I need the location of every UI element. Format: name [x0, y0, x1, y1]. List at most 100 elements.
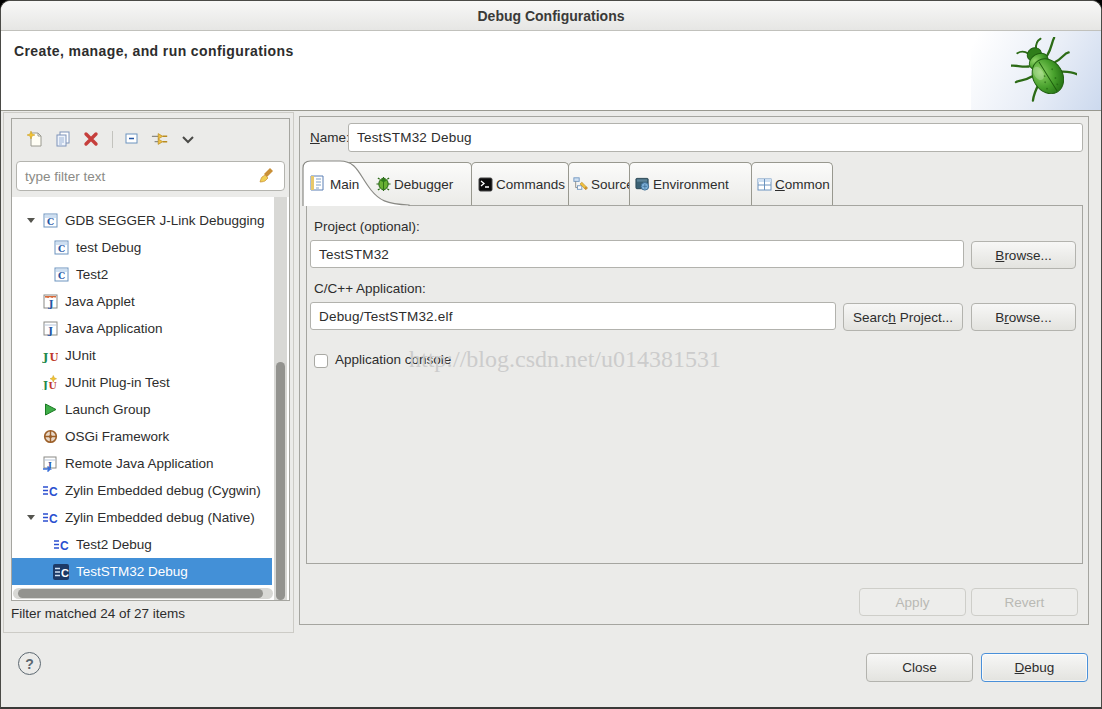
application-console-checkbox[interactable]	[314, 354, 328, 368]
tree-item-label: Test2	[76, 267, 108, 282]
apply-button[interactable]: Apply	[859, 588, 966, 616]
expand-arrow-icon[interactable]	[20, 218, 42, 223]
tree-item-test2-debug[interactable]: C Test2 Debug	[12, 531, 272, 558]
help-button[interactable]: ?	[18, 652, 41, 675]
common-tab-icon	[757, 176, 772, 192]
project-label: Project (optional):	[314, 219, 420, 234]
tree-item-label: OSGi Framework	[65, 429, 169, 444]
tree-item-remote-java-application[interactable]: J Remote Java Application	[12, 450, 272, 477]
svg-text:J: J	[42, 379, 48, 390]
tree-toolbar	[12, 119, 289, 159]
zylin-dark-icon: C	[53, 564, 69, 580]
tree-item-test-debug[interactable]: Ctest Debug	[12, 234, 272, 261]
tree-item-teststm32-debug[interactable]: C TestSTM32 Debug	[12, 558, 272, 585]
zylin-icon: C	[42, 510, 58, 526]
tab-commands[interactable]: Commands	[471, 162, 569, 205]
tab-label: Main	[330, 177, 359, 192]
application-value: Debug/TestSTM32.elf	[319, 309, 453, 324]
tree-item-zylin-embedded-debug-native-[interactable]: C Zylin Embedded debug (Native)	[12, 504, 272, 531]
watermark: http://blog.csdn.net/u014381531	[409, 346, 721, 373]
tree-item-test2[interactable]: C Test2	[12, 261, 272, 288]
name-input[interactable]: TestSTM32 Debug	[348, 123, 1083, 152]
svg-text:J: J	[42, 350, 48, 363]
debug-button[interactable]: Debug	[981, 653, 1088, 682]
junit-plugin-icon: JU	[42, 375, 58, 391]
config-tree: CGDB SEGGER J-Link DebuggingCtest DebugC…	[12, 197, 289, 600]
tree-horizontal-scrollbar-thumb[interactable]	[18, 589, 263, 598]
tree-item-launch-group[interactable]: Launch Group	[12, 396, 272, 423]
delete-config-icon[interactable]	[82, 130, 100, 148]
tree-vertical-scrollbar[interactable]	[274, 197, 287, 600]
filter-input[interactable]: type filter text	[16, 161, 285, 191]
tab-label: Commands	[496, 177, 565, 192]
svg-text:C: C	[49, 485, 58, 499]
application-input[interactable]: Debug/TestSTM32.elf	[310, 302, 836, 330]
tab-label: Source	[591, 177, 634, 192]
tree-item-junit[interactable]: JU JUnit	[12, 342, 272, 369]
java-app-icon: J	[42, 321, 58, 337]
environment-tab-icon	[635, 176, 650, 192]
new-config-icon[interactable]	[26, 130, 44, 148]
browse-project-button[interactable]: Browse...	[971, 241, 1076, 269]
tab-environment[interactable]: Environment	[629, 162, 752, 205]
junit-icon: JU	[42, 348, 58, 364]
collapse-all-icon[interactable]	[123, 130, 141, 148]
page-title: Create, manage, and run configurations	[14, 43, 294, 59]
tree-item-label: Zylin Embedded debug (Cygwin)	[65, 483, 261, 498]
application-label: C/C++ Application:	[314, 281, 426, 296]
browse-application-button[interactable]: Browse...	[971, 303, 1076, 331]
search-project-button[interactable]: Search Project...	[843, 303, 963, 331]
clear-filter-icon[interactable]	[259, 166, 276, 186]
tree-item-junit-plug-in-test[interactable]: JU JUnit Plug-in Test	[12, 369, 272, 396]
main-area: type filter text C GDB SEGGER J-Link Debu…	[1, 112, 1101, 634]
main-tab-icon	[310, 175, 324, 194]
project-value: TestSTM32	[319, 247, 389, 262]
debug-configurations-dialog: Debug Configurations Create, manage, and…	[0, 0, 1102, 709]
tree-item-label: Launch Group	[65, 402, 151, 417]
tree-item-java-applet[interactable]: JJava Applet	[12, 288, 272, 315]
tree-item-label: JUnit Plug-in Test	[65, 375, 170, 390]
tree-item-gdb-segger-j-link-debugging[interactable]: C GDB SEGGER J-Link Debugging	[12, 207, 272, 234]
tree-item-label: Test2 Debug	[76, 537, 152, 552]
svg-text:U: U	[49, 380, 57, 390]
osgi-icon	[42, 429, 58, 445]
tree-vertical-scrollbar-thumb[interactable]	[276, 362, 285, 600]
tab-common[interactable]: Common	[751, 162, 833, 205]
window-title: Debug Configurations	[478, 8, 625, 24]
remote-java-icon: J	[42, 456, 58, 472]
svg-text:C: C	[57, 244, 64, 254]
source-tab-icon	[573, 176, 588, 192]
bottom-bar: ? Close Debug	[1, 634, 1101, 708]
svg-text:C: C	[49, 512, 58, 526]
duplicate-config-icon[interactable]	[54, 130, 72, 148]
tree-item-label: Remote Java Application	[65, 456, 214, 471]
name-value: TestSTM32 Debug	[357, 130, 472, 145]
tree-item-java-application[interactable]: JJava Application	[12, 315, 272, 342]
tree-item-label: Zylin Embedded debug (Native)	[65, 510, 255, 525]
tree-item-label: TestSTM32 Debug	[76, 564, 188, 579]
tab-main-content: Main	[310, 175, 359, 194]
project-input[interactable]: TestSTM32	[310, 240, 964, 268]
tree-item-osgi-framework[interactable]: OSGi Framework	[12, 423, 272, 450]
svg-text:C: C	[57, 271, 64, 281]
svg-text:C: C	[60, 539, 69, 553]
tree-item-label: JUnit	[65, 348, 96, 363]
revert-button[interactable]: Revert	[971, 588, 1078, 616]
zylin-icon: C	[42, 483, 58, 499]
tree-horizontal-scrollbar[interactable]	[13, 588, 273, 599]
filter-configs-icon[interactable]	[151, 130, 169, 148]
menu-chevron-icon[interactable]	[179, 130, 197, 148]
tab-source[interactable]: Source	[568, 162, 630, 205]
close-button[interactable]: Close	[866, 653, 973, 682]
debug-beetle-icon	[1011, 37, 1077, 106]
titlebar[interactable]: Debug Configurations	[1, 1, 1101, 31]
c-app-icon: C	[42, 213, 58, 229]
c-app-icon: C	[53, 267, 69, 283]
tab-label: Common	[775, 177, 830, 192]
tree-item-label: Java Applet	[65, 294, 135, 309]
toolbar-separator	[112, 131, 113, 148]
tree-item-label: GDB SEGGER J-Link Debugging	[65, 213, 265, 228]
left-panel: type filter text C GDB SEGGER J-Link Debu…	[11, 118, 290, 601]
tree-item-zylin-embedded-debug-cygwin-[interactable]: C Zylin Embedded debug (Cygwin)	[12, 477, 272, 504]
expand-arrow-icon[interactable]	[20, 515, 42, 520]
